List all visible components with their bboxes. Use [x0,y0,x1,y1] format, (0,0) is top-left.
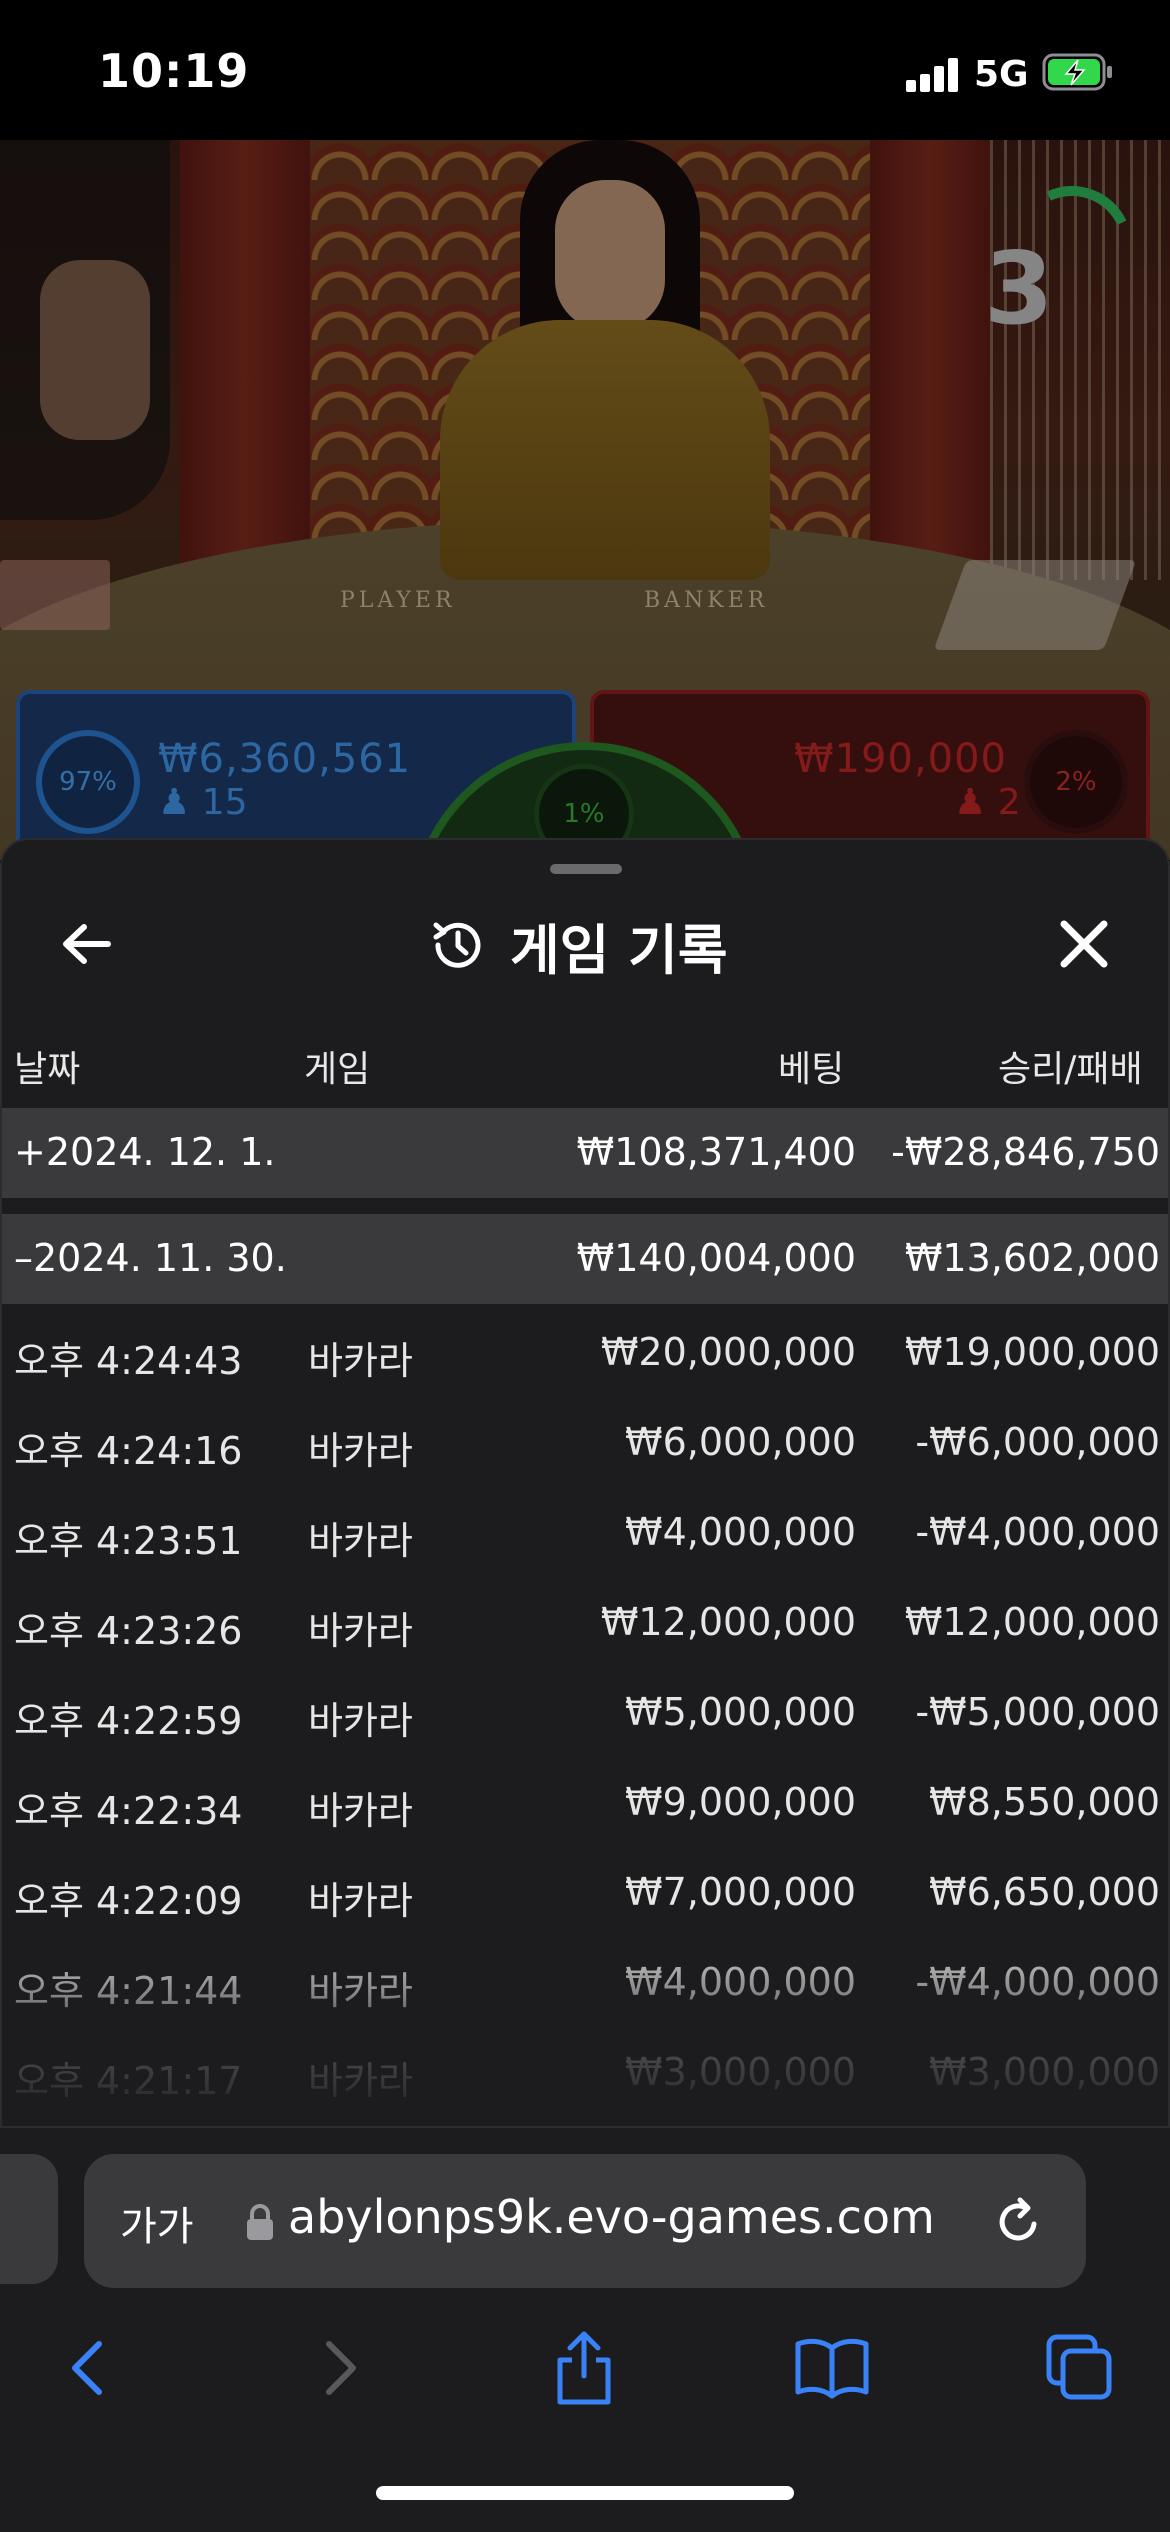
arrow-left-icon [63,924,111,964]
row-result: -₩4,000,000 [915,1510,1160,1554]
forward-nav-button[interactable] [290,2318,390,2418]
signal-icon [906,58,962,92]
group-date: –2024. 11. 30. [14,1236,287,1280]
column-header-date: 날짜 [14,1049,81,1090]
row-game: 바카라 [308,1969,413,2013]
address-bar[interactable]: 가가 abylonps9k.evo-games.com [84,2154,1086,2288]
sheet-title: 게임 기록 [510,918,728,982]
table-row[interactable]: 오후 4:24:16 바카라 ₩6,000,000 -₩6,000,000 [2,1394,1168,1484]
close-icon [1060,920,1108,968]
book-icon [795,2338,869,2399]
row-bet: ₩3,000,000 [625,2050,856,2094]
column-header-game: 게임 [304,1049,371,1090]
column-header-result: 승리/패배 [998,1049,1143,1090]
row-time: 오후 4:21:44 [14,1969,243,2013]
row-time: 오후 4:23:51 [14,1519,243,1563]
row-game: 바카라 [308,1609,413,1653]
text-size-button[interactable]: 가가 [120,2194,194,2252]
browser-chrome: 가가 abylonps9k.evo-games.com [0,2128,1170,2532]
group-date: +2024. 12. 1. [14,1130,276,1174]
back-button[interactable] [46,904,126,984]
screen: 10:19 5G PLAYER BANKER 3 1% 97% 2% ₩6,36… [0,0,1170,2532]
row-result: ₩8,550,000 [929,1780,1160,1824]
row-time: 오후 4:22:59 [14,1699,243,1743]
group-result-total: ₩13,602,000 [904,1236,1160,1280]
row-game: 바카라 [308,1699,413,1743]
battery-icon [1042,53,1112,91]
row-bet: ₩4,000,000 [625,1510,856,1554]
history-table: +2024. 12. 1. ₩108,371,400 -₩28,846,750 … [2,1108,1168,2114]
back-nav-button[interactable] [38,2318,138,2418]
group-bet-total: ₩140,004,000 [576,1236,856,1280]
row-result: ₩19,000,000 [904,1330,1160,1374]
network-label: 5G [974,54,1029,95]
table-row[interactable]: 오후 4:24:43 바카라 ₩20,000,000 ₩19,000,000 [2,1304,1168,1394]
tabs-button[interactable] [1030,2318,1130,2418]
row-result: ₩3,000,000 [929,2050,1160,2094]
row-game: 바카라 [308,1789,413,1833]
row-time: 오후 4:24:43 [14,1339,243,1383]
row-game: 바카라 [308,1429,413,1473]
group-result-total: -₩28,846,750 [891,1130,1160,1174]
row-time: 오후 4:21:17 [14,2059,243,2103]
video-dim-overlay [0,140,1170,900]
row-bet: ₩5,000,000 [625,1690,856,1734]
previous-tab[interactable] [0,2154,58,2284]
tabs-icon [1046,2334,1112,2400]
row-bet: ₩4,000,000 [625,1960,856,2004]
table-row[interactable]: 오후 4:23:51 바카라 ₩4,000,000 -₩4,000,000 [2,1484,1168,1574]
row-bet: ₩7,000,000 [625,1870,856,1914]
table-row[interactable]: 오후 4:22:34 바카라 ₩9,000,000 ₩8,550,000 [2,1754,1168,1844]
row-time: 오후 4:24:16 [14,1429,243,1473]
chevron-right-icon [326,2341,356,2395]
row-result: -₩4,000,000 [915,1960,1160,2004]
row-time: 오후 4:22:34 [14,1789,243,1833]
chevron-left-icon [72,2341,102,2395]
row-game: 바카라 [308,1519,413,1563]
game-history-sheet: 게임 기록 날짜 게임 베팅 승리/패배 +2024. 12. 1. ₩108,… [0,838,1170,2128]
row-result: -₩6,000,000 [915,1420,1160,1464]
column-header-bet: 베팅 [778,1049,845,1090]
bookmarks-button[interactable] [782,2318,882,2418]
status-time: 10:19 [98,44,250,98]
row-game: 바카라 [308,1339,413,1383]
status-bar: 10:19 5G [0,0,1170,140]
home-indicator[interactable] [376,2486,794,2500]
row-game: 바카라 [308,1879,413,1923]
date-group-row[interactable]: +2024. 12. 1. ₩108,371,400 -₩28,846,750 [2,1108,1168,1198]
row-result: ₩12,000,000 [904,1600,1160,1644]
share-icon [557,2331,611,2405]
table-row[interactable]: 오후 4:21:44 바카라 ₩4,000,000 -₩4,000,000 [2,1934,1168,2024]
row-bet: ₩12,000,000 [600,1600,856,1644]
history-icon [433,922,481,968]
row-bet: ₩9,000,000 [625,1780,856,1824]
reload-icon[interactable] [990,2194,1046,2250]
row-bet: ₩20,000,000 [600,1330,856,1374]
table-row[interactable]: 오후 4:21:17 바카라 ₩3,000,000 ₩3,000,000 [2,2024,1168,2114]
row-result: -₩5,000,000 [915,1690,1160,1734]
date-group-row[interactable]: –2024. 11. 30. ₩140,004,000 ₩13,602,000 [2,1214,1168,1304]
row-time: 오후 4:23:26 [14,1609,243,1653]
table-row[interactable]: 오후 4:22:59 바카라 ₩5,000,000 -₩5,000,000 [2,1664,1168,1754]
row-time: 오후 4:22:09 [14,1879,243,1923]
sheet-header: 게임 기록 [428,900,728,990]
sheet-grabber[interactable] [550,864,622,874]
table-row[interactable]: 오후 4:23:26 바카라 ₩12,000,000 ₩12,000,000 [2,1574,1168,1664]
lock-icon [247,2204,273,2240]
row-game: 바카라 [308,2059,413,2103]
row-bet: ₩6,000,000 [625,1420,856,1464]
group-bet-total: ₩108,371,400 [576,1130,856,1174]
url-text[interactable]: abylonps9k.evo-games.com [288,2190,1048,2244]
table-row[interactable]: 오후 4:22:09 바카라 ₩7,000,000 ₩6,650,000 [2,1844,1168,1934]
share-button[interactable] [534,2318,634,2418]
close-button[interactable] [1044,904,1124,984]
row-result: ₩6,650,000 [929,1870,1160,1914]
